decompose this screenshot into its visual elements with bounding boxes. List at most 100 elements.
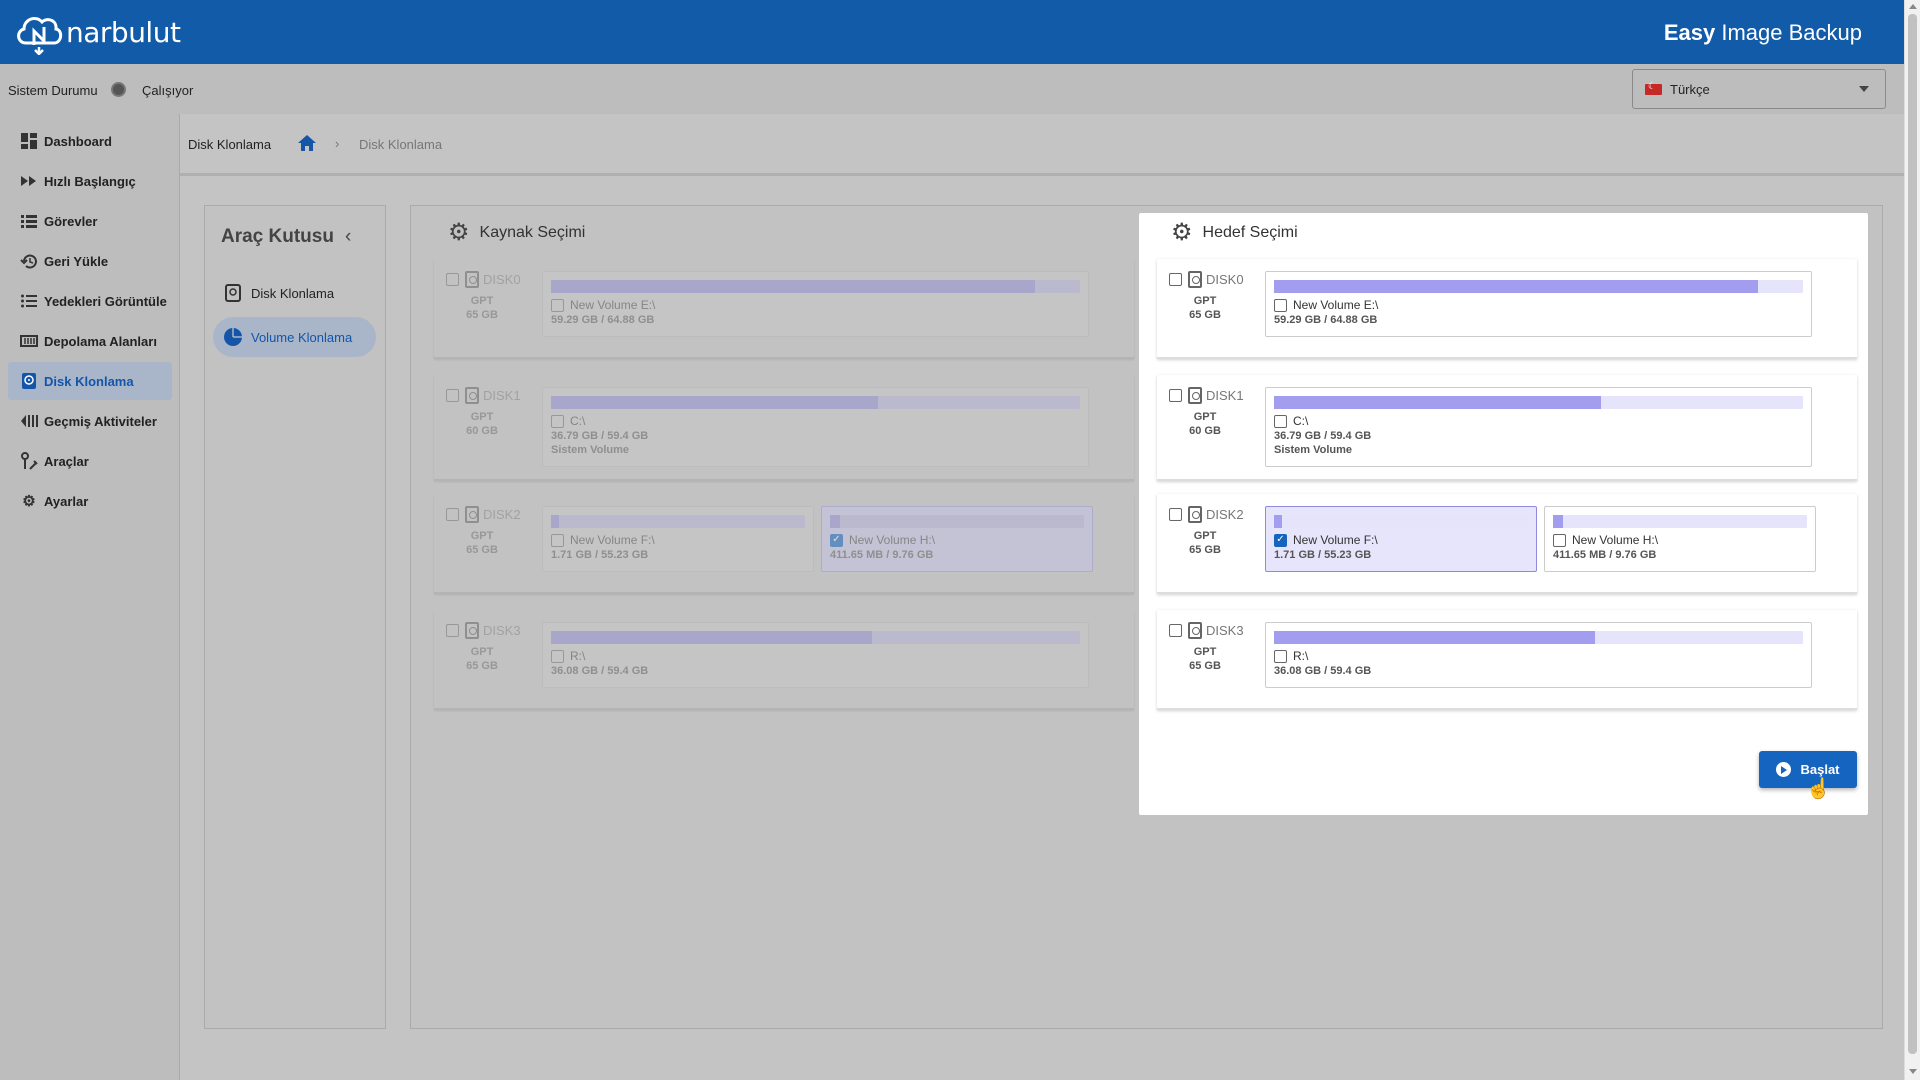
- tool-disk-clone[interactable]: Disk Klonlama: [213, 273, 376, 313]
- volume-tile[interactable]: C:\ 36.79 GB / 59.4 GB Sistem Volume: [542, 387, 1089, 467]
- volume-usage-bar: [551, 515, 805, 528]
- volume-tile[interactable]: New Volume F:\ 1.71 GB / 55.23 GB: [1265, 506, 1537, 572]
- partition-type: GPT: [1193, 411, 1217, 423]
- volume-tile[interactable]: R:\ 36.08 GB / 59.4 GB: [542, 622, 1089, 688]
- volume-label: R:\: [1293, 649, 1309, 663]
- volume-tile[interactable]: New Volume H:\ 411.65 MB / 9.76 GB: [821, 506, 1093, 572]
- tool-volume-clone[interactable]: Volume Klonlama: [213, 317, 376, 357]
- source-title: Kaynak Seçimi: [479, 223, 586, 241]
- volume-tile[interactable]: New Volume H:\ 411.65 MB / 9.76 GB: [1544, 506, 1816, 572]
- partition-type: GPT: [1193, 530, 1217, 542]
- pie-chart-icon: [223, 327, 243, 347]
- volume-size: 411.65 MB / 9.76 GB: [1553, 549, 1657, 561]
- collapse-chevron-icon[interactable]: ‹: [345, 226, 351, 248]
- home-icon[interactable]: [297, 134, 317, 155]
- dashboard-icon: [19, 131, 39, 151]
- sidebar-item-label: Geçmiş Aktiviteler: [44, 413, 157, 429]
- breadcrumb-current: Disk Klonlama: [359, 137, 443, 152]
- volume-checkbox[interactable]: [1274, 298, 1287, 312]
- partition-type: GPT: [1193, 295, 1217, 307]
- disk-header: DISK2: [1169, 506, 1244, 523]
- volume-label: C:\: [570, 414, 586, 428]
- sidebar-item-label: Disk Klonlama: [44, 373, 134, 389]
- app-title: Easy Image Backup: [1664, 20, 1862, 46]
- disk-name: DISK3: [483, 623, 521, 638]
- volume-tile[interactable]: New Volume E:\ 59.29 GB / 64.88 GB: [1265, 271, 1812, 337]
- sidebar-item-dashboard[interactable]: Dashboard: [8, 122, 172, 160]
- volume-label-row: R:\: [551, 649, 585, 663]
- scroll-up-icon[interactable]: [1909, 4, 1917, 9]
- disk-checkbox[interactable]: [446, 273, 459, 286]
- partition-type: GPT: [470, 530, 494, 542]
- language-label: Türkçe: [1670, 82, 1710, 97]
- volume-tile[interactable]: New Volume F:\ 1.71 GB / 55.23 GB: [542, 506, 814, 572]
- disk-card: DISK3 GPT 65 GB R:\ 36.08 GB / 59.4 GB: [434, 610, 1134, 710]
- volume-checkbox[interactable]: [1553, 533, 1566, 547]
- sidebar-item-disk-clone[interactable]: Disk Klonlama: [8, 362, 172, 400]
- partition-type: GPT: [470, 646, 494, 658]
- storage-icon: [19, 331, 39, 351]
- volume-checkbox[interactable]: [1274, 533, 1287, 547]
- sidebar-item-view-backups[interactable]: Yedekleri Görüntüle: [8, 282, 172, 320]
- volume-usage-fill: [551, 631, 873, 644]
- scrollbar-thumb[interactable]: [1908, 14, 1917, 1054]
- sidebar-item-history[interactable]: Geçmiş Aktiviteler: [8, 402, 172, 440]
- disk-header: DISK0: [446, 271, 521, 288]
- volume-label: New Volume F:\: [1293, 533, 1378, 547]
- sidebar-item-label: Geri Yükle: [44, 253, 109, 269]
- sidebar-item-tools[interactable]: Araçlar: [8, 442, 172, 480]
- volume-tile[interactable]: R:\ 36.08 GB / 59.4 GB: [1265, 622, 1812, 688]
- disk-checkbox[interactable]: [446, 508, 459, 521]
- disk-card: DISK0 GPT 65 GB New Volume E:\ 59.29 GB / 64…: [434, 259, 1134, 359]
- hard-disk-icon: [1188, 506, 1202, 523]
- disk-checkbox[interactable]: [1169, 508, 1182, 521]
- partition-type: GPT: [470, 295, 494, 307]
- disk-header: DISK2: [446, 506, 521, 523]
- sidebar-item-restore[interactable]: Geri Yükle: [8, 242, 172, 280]
- scroll-down-icon[interactable]: [1909, 1069, 1917, 1074]
- disk-size: 65 GB: [1189, 660, 1221, 672]
- volume-usage-fill: [551, 396, 879, 409]
- volume-label-row: C:\: [551, 414, 585, 428]
- sidebar-item-quick-start[interactable]: Hızlı Başlangıç: [8, 162, 172, 200]
- volume-checkbox[interactable]: [1274, 414, 1287, 428]
- sidebar-item-storage[interactable]: Depolama Alanları: [8, 322, 172, 360]
- disk-checkbox[interactable]: [1169, 624, 1182, 637]
- history-icon: [19, 411, 39, 431]
- disk-checkbox[interactable]: [446, 389, 459, 402]
- scrollbar[interactable]: [1904, 0, 1920, 1080]
- volume-label: New Volume F:\: [570, 533, 655, 547]
- status-indicator-icon: [111, 82, 126, 97]
- disk-name: DISK2: [1206, 507, 1244, 522]
- volume-checkbox[interactable]: [551, 414, 564, 428]
- disk-card: DISK3 GPT 65 GB R:\ 36.08 GB / 59.4 GB: [1157, 610, 1857, 710]
- volume-tile[interactable]: C:\ 36.79 GB / 59.4 GB Sistem Volume: [1265, 387, 1812, 467]
- sidebar-item-settings[interactable]: ⚙ Ayarlar: [8, 482, 172, 520]
- volume-checkbox[interactable]: [830, 533, 843, 547]
- volume-label-row: New Volume E:\: [1274, 298, 1378, 312]
- tool-label: Volume Klonlama: [251, 329, 353, 345]
- disk-name: DISK0: [483, 272, 521, 287]
- volume-usage-fill: [551, 515, 559, 528]
- sidebar-item-tasks[interactable]: Görevler: [8, 202, 172, 240]
- volume-checkbox[interactable]: [551, 533, 564, 547]
- disk-icon: [223, 283, 243, 303]
- language-select[interactable]: Türkçe: [1632, 69, 1886, 109]
- narbulut-logo[interactable]: narbulut: [14, 8, 181, 56]
- disk-checkbox[interactable]: [446, 624, 459, 637]
- volume-usage-bar: [1553, 515, 1807, 528]
- volume-checkbox[interactable]: [1274, 649, 1287, 663]
- partition-type: GPT: [470, 411, 494, 423]
- volume-checkbox[interactable]: [551, 298, 564, 312]
- top-header: narbulut Easy Image Backup: [0, 0, 1904, 64]
- hard-disk-icon: [465, 506, 479, 523]
- disk-checkbox[interactable]: [1169, 389, 1182, 402]
- hard-disk-icon: [1188, 622, 1202, 639]
- volume-tile[interactable]: New Volume E:\ 59.29 GB / 64.88 GB: [542, 271, 1089, 337]
- volume-note: Sistem Volume: [1274, 444, 1353, 456]
- volume-label: New Volume H:\: [1572, 533, 1659, 547]
- volume-checkbox[interactable]: [551, 649, 564, 663]
- disk-checkbox[interactable]: [1169, 273, 1182, 286]
- partition-type: GPT: [1193, 646, 1217, 658]
- volume-usage-bar: [1274, 631, 1803, 644]
